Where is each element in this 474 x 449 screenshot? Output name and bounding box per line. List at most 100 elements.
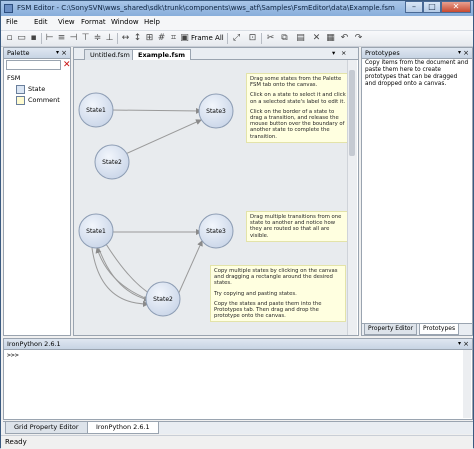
window-controls: – □ ✕ <box>405 1 471 14</box>
align-left-icon[interactable]: ⊢ <box>44 33 55 44</box>
fsm-canvas[interactable]: State1 State2 State3 State1 State3 State… <box>74 60 348 335</box>
equal-size-icon[interactable]: ⊞ <box>144 33 155 44</box>
transition-arrow[interactable] <box>97 245 150 302</box>
close-icon[interactable]: × <box>61 48 67 58</box>
menu-edit[interactable]: Edit <box>34 18 48 26</box>
clear-search-icon[interactable]: ✕ <box>63 60 71 70</box>
menu-file[interactable]: File <box>6 18 18 26</box>
menu-view[interactable]: View <box>58 18 75 26</box>
align-middle-icon[interactable]: ≑ <box>92 33 103 44</box>
state-label[interactable]: State3 <box>206 108 226 115</box>
app-icon <box>4 4 13 13</box>
close-icon[interactable]: × <box>463 48 469 58</box>
close-button[interactable]: ✕ <box>441 1 471 13</box>
equal-width-icon[interactable]: ↔ <box>120 33 131 44</box>
comment-icon <box>16 95 25 105</box>
tab-list-icon[interactable]: ▾ <box>332 49 335 57</box>
new-document-icon[interactable]: ▫ <box>4 33 15 44</box>
close-tab-icon[interactable]: × <box>341 49 346 57</box>
comment-note[interactable]: Drag some states from the Palette FSM ta… <box>246 73 348 143</box>
redo-icon[interactable]: ↷ <box>353 33 364 44</box>
transition-arrow[interactable] <box>120 119 202 157</box>
note-text: Drag some states from the Palette FSM ta… <box>250 76 342 89</box>
pin-icon[interactable]: ▾ <box>458 339 461 349</box>
align-right-icon[interactable]: ⊣ <box>68 33 79 44</box>
state-label[interactable]: State1 <box>86 228 106 235</box>
transition-arrow[interactable] <box>110 107 202 114</box>
pin-icon[interactable]: ▾ <box>458 48 461 58</box>
state-label[interactable]: State2 <box>102 159 122 166</box>
console-prompt[interactable]: >>> <box>7 351 19 359</box>
palette-item-label: State <box>28 85 46 93</box>
tab-grid-property-editor[interactable]: Grid Property Editor <box>5 422 88 434</box>
tab-prototypes[interactable]: Prototypes <box>419 324 460 335</box>
menu-format[interactable]: Format <box>81 18 106 26</box>
scrollbar-thumb[interactable] <box>349 70 355 156</box>
frame-all-button[interactable]: Frame All <box>191 34 224 42</box>
console-title: IronPython 2.6.1 <box>7 340 61 348</box>
transition-arrow[interactable] <box>105 243 153 296</box>
transition-arrow[interactable] <box>176 240 203 298</box>
undo-icon[interactable]: ↶ <box>339 33 350 44</box>
maximize-button[interactable]: □ <box>423 1 441 13</box>
state-icon <box>16 84 25 94</box>
palette-search-input[interactable] <box>6 60 61 70</box>
align-bottom-icon[interactable]: ⊥ <box>104 33 115 44</box>
snap-icon[interactable]: ⌗ <box>168 33 179 44</box>
tree-root-fsm[interactable]: FSM <box>7 73 60 84</box>
canvas-vertical-scrollbar[interactable] <box>347 60 357 335</box>
cut-icon[interactable]: ✂ <box>265 33 276 44</box>
tab-example[interactable]: Example.fsm <box>132 49 192 60</box>
paste-icon[interactable]: ▤ <box>295 33 306 44</box>
tab-property-editor[interactable]: Property Editor <box>364 324 418 335</box>
note-text: Click on the border of a state to drag a… <box>250 108 345 140</box>
tab-untitled[interactable]: Untitled.fsm <box>84 49 136 60</box>
menu-window[interactable]: Window <box>111 18 139 26</box>
close-icon[interactable]: × <box>463 339 469 349</box>
toolbar-separator <box>117 33 118 44</box>
toolbar-separator <box>41 33 42 44</box>
document-tabs: Untitled.fsm Example.fsm ▾ × <box>74 48 358 60</box>
state-label[interactable]: State1 <box>86 107 106 114</box>
console-scrollbar[interactable] <box>463 350 471 418</box>
bottom-panel-tabs: Grid Property Editor IronPython 2.6.1 <box>3 421 473 434</box>
prototypes-header: Prototypes ▾ × <box>362 48 472 59</box>
transition-arrow[interactable] <box>95 247 151 301</box>
note-text: Drag multiple transitions from one state… <box>250 214 342 239</box>
fit-icon[interactable]: ⤢ <box>231 33 242 44</box>
window-title: FSM Editor - C:\SonySVN\wws_shared\sdk\t… <box>17 4 395 12</box>
prototypes-panel: Prototypes ▾ × Copy items from the docum… <box>361 47 473 336</box>
note-text: Copy the states and paste them into the … <box>214 300 322 320</box>
zoom-icon[interactable]: ⊡ <box>247 33 258 44</box>
pin-icon[interactable]: ▾ <box>56 48 59 58</box>
comment-note[interactable]: Drag multiple transitions from one state… <box>246 211 348 242</box>
toolbar-separator <box>261 33 262 44</box>
palette-title: Palette <box>7 49 30 57</box>
align-center-icon[interactable]: ≡ <box>56 33 67 44</box>
status-text: Ready <box>5 438 27 446</box>
note-text: Click on a state to select it and click … <box>250 92 346 105</box>
tab-ironpython[interactable]: IronPython 2.6.1 <box>87 422 159 434</box>
palette-item-state[interactable]: State <box>7 84 60 95</box>
copy-icon[interactable]: ⧉ <box>279 33 290 44</box>
console-header: IronPython 2.6.1 ▾ × <box>4 339 472 350</box>
palette-item-comment[interactable]: Comment <box>7 95 60 106</box>
menu-help[interactable]: Help <box>144 18 160 26</box>
open-folder-icon[interactable]: ▭ <box>16 33 27 44</box>
equal-height-icon[interactable]: ↕ <box>132 33 143 44</box>
menu-bar: File Edit View Format Window Help <box>1 16 473 31</box>
state-label[interactable]: State3 <box>206 228 226 235</box>
note-text: Copy multiple states by clicking on the … <box>214 268 338 287</box>
grid-icon[interactable]: # <box>156 33 167 44</box>
toolbar-separator <box>227 33 228 44</box>
select-all-icon[interactable]: ▦ <box>325 33 336 44</box>
state-label[interactable]: State2 <box>153 296 173 303</box>
prototypes-title: Prototypes <box>365 49 400 57</box>
right-panel-tabs: Property Editor Prototypes <box>362 323 472 335</box>
delete-icon[interactable]: ✕ <box>311 33 322 44</box>
comment-note[interactable]: Copy multiple states by clicking on the … <box>210 265 346 323</box>
save-icon[interactable]: ▪ <box>28 33 39 44</box>
align-top-icon[interactable]: ⊤ <box>80 33 91 44</box>
minimize-button[interactable]: – <box>405 1 423 13</box>
frame-all-icon[interactable]: ▣ <box>179 33 190 44</box>
